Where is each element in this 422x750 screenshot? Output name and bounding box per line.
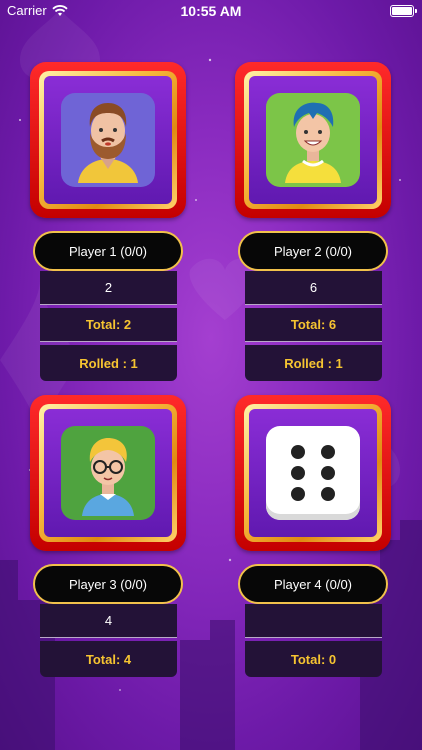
player-1-card[interactable] [30, 62, 186, 218]
player-1-total: Total: 2 [40, 308, 177, 342]
player-4-card[interactable] [235, 395, 391, 551]
player-4-name-pill[interactable]: Player 4 (0/0) [238, 564, 388, 604]
player-4-roll-value [245, 604, 382, 638]
player-4-dice-tile [266, 426, 360, 520]
player-1-roll-value: 2 [40, 271, 177, 305]
player-3-card[interactable] [30, 395, 186, 551]
player-4-total: Total: 0 [245, 641, 382, 677]
player-2-name-pill[interactable]: Player 2 (0/0) [238, 231, 388, 271]
blue-hair-boy-avatar-icon [285, 102, 341, 183]
player-1-name-pill[interactable]: Player 1 (0/0) [33, 231, 183, 271]
player-2-roll-value: 6 [245, 271, 382, 305]
dice-six-icon [291, 445, 335, 501]
player-2-card[interactable] [235, 62, 391, 218]
player-2-rolled: Rolled : 1 [245, 345, 382, 381]
player-3-roll-value: 4 [40, 604, 177, 638]
status-bar: Carrier 10:55 AM [0, 0, 422, 22]
player-3-avatar-tile [61, 426, 155, 520]
player-3-name-pill[interactable]: Player 3 (0/0) [33, 564, 183, 604]
status-time: 10:55 AM [180, 3, 242, 19]
player-1-avatar-tile [61, 93, 155, 187]
glasses-boy-avatar-icon [82, 438, 134, 516]
player-2-avatar-tile [266, 93, 360, 187]
player-3-total: Total: 4 [40, 641, 177, 677]
player-2-total: Total: 6 [245, 308, 382, 342]
bearded-man-avatar-icon [78, 103, 138, 183]
player-1-rolled: Rolled : 1 [40, 345, 177, 381]
battery-icon [390, 5, 417, 17]
